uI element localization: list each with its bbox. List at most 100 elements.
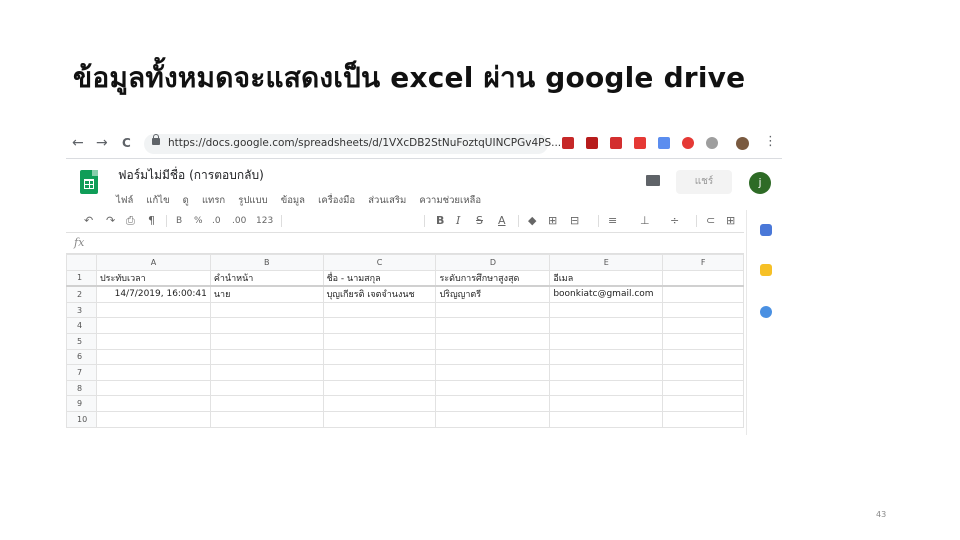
menu-edit[interactable]: แก้ไข	[146, 193, 169, 208]
cell[interactable]	[435, 364, 551, 381]
formula-bar[interactable]: fx	[66, 233, 744, 254]
cell[interactable]	[95, 364, 211, 381]
cell[interactable]	[549, 332, 664, 350]
extension-s-icon[interactable]	[634, 137, 646, 149]
select-all-corner[interactable]	[66, 254, 97, 271]
row-header[interactable]: 7	[66, 364, 97, 381]
cell[interactable]	[209, 364, 324, 381]
user-avatar[interactable]: j	[749, 172, 771, 194]
cell[interactable]	[549, 379, 664, 397]
number-format-dropdown[interactable]: 123	[256, 213, 273, 229]
menu-help[interactable]: ความช่วยเหลือ	[419, 193, 481, 208]
row-header[interactable]: 9	[66, 395, 97, 412]
cell[interactable]	[95, 395, 211, 412]
sheets-logo-icon[interactable]	[80, 170, 98, 194]
extension-record-icon[interactable]	[610, 137, 622, 149]
cell[interactable]	[435, 332, 551, 350]
cell[interactable]: 14/7/2019, 16:00:41	[95, 285, 211, 303]
merge-cells-icon[interactable]: ⊟	[570, 213, 579, 229]
browser-profile-avatar[interactable]	[736, 137, 749, 150]
percent-format-button[interactable]: %	[194, 213, 203, 229]
cell[interactable]	[209, 332, 324, 350]
redo-icon[interactable]: ↷	[106, 213, 115, 229]
comment-icon[interactable]	[646, 175, 660, 186]
cell[interactable]: ชื่อ - นามสกุล	[322, 269, 437, 288]
cell[interactable]	[549, 348, 664, 366]
cell[interactable]	[322, 364, 437, 381]
cell[interactable]	[209, 410, 324, 428]
cell[interactable]	[549, 317, 664, 334]
cell[interactable]	[95, 332, 211, 350]
row-header[interactable]: 5	[66, 332, 97, 350]
column-header[interactable]: C	[322, 254, 437, 271]
cell[interactable]	[209, 317, 324, 334]
share-button[interactable]: แชร์	[676, 170, 732, 194]
paint-format-icon[interactable]: ¶	[148, 213, 155, 229]
cell[interactable]	[662, 317, 744, 334]
cell[interactable]	[662, 285, 744, 303]
bold-button[interactable]: B	[436, 213, 444, 229]
cell[interactable]	[662, 364, 744, 381]
cell[interactable]	[662, 301, 744, 319]
increase-decimal-button[interactable]: .00	[232, 213, 246, 229]
fill-color-icon[interactable]: ◆	[528, 213, 536, 229]
cell[interactable]	[662, 410, 744, 428]
row-header[interactable]: 8	[66, 379, 97, 397]
vertical-align-icon[interactable]: ⊥	[640, 213, 650, 229]
row-header[interactable]: 6	[66, 348, 97, 366]
cell[interactable]	[95, 301, 211, 319]
cell[interactable]: บุญเกียรติ เจตจำนงนช	[322, 285, 437, 303]
cell[interactable]	[549, 395, 664, 412]
menu-format[interactable]: รูปแบบ	[238, 193, 267, 208]
cell[interactable]	[95, 379, 211, 397]
cell[interactable]	[662, 395, 744, 412]
cell[interactable]: นาย	[209, 285, 324, 303]
column-header[interactable]: E	[549, 254, 664, 271]
browser-menu-icon[interactable]: ⋮	[764, 134, 777, 149]
extension-shield-icon[interactable]	[682, 137, 694, 149]
cell[interactable]	[209, 301, 324, 319]
row-header[interactable]: 2	[66, 285, 97, 303]
insert-comment-icon[interactable]: ⊞	[726, 213, 735, 229]
extension-doc-icon[interactable]	[658, 137, 670, 149]
tasks-icon[interactable]	[760, 306, 772, 318]
cell[interactable]	[209, 379, 324, 397]
horizontal-align-icon[interactable]: ≡	[608, 213, 617, 229]
cell[interactable]	[95, 348, 211, 366]
print-icon[interactable]: ⎙	[126, 213, 135, 229]
column-header[interactable]: F	[662, 254, 744, 271]
currency-format-button[interactable]: B	[176, 213, 182, 229]
cell[interactable]	[435, 395, 551, 412]
cell[interactable]	[435, 301, 551, 319]
menu-addons[interactable]: ส่วนเสริม	[368, 193, 406, 208]
cell[interactable]	[435, 348, 551, 366]
italic-button[interactable]: I	[456, 213, 460, 229]
document-title[interactable]: ฟอร์มไม่มีชื่อ (การตอบกลับ)	[118, 166, 264, 185]
row-header[interactable]: 4	[66, 317, 97, 334]
cell[interactable]: อีเมล	[549, 269, 664, 288]
column-header[interactable]: D	[435, 254, 551, 271]
cell[interactable]: ประทับเวลา	[95, 269, 211, 288]
extension-globe-icon[interactable]	[706, 137, 718, 149]
cell[interactable]	[209, 348, 324, 366]
borders-icon[interactable]: ⊞	[548, 213, 557, 229]
cell[interactable]	[662, 269, 744, 288]
menu-tools[interactable]: เครื่องมือ	[318, 193, 355, 208]
cell[interactable]	[435, 410, 551, 428]
calendar-icon[interactable]	[760, 224, 772, 236]
cell[interactable]	[662, 332, 744, 350]
undo-icon[interactable]: ↶	[84, 213, 93, 229]
cell[interactable]	[549, 364, 664, 381]
cell[interactable]	[662, 348, 744, 366]
reload-icon[interactable]: C	[122, 135, 131, 151]
address-bar[interactable]: https://docs.google.com/spreadsheets/d/1…	[144, 134, 620, 154]
decrease-decimal-button[interactable]: .0	[212, 213, 221, 229]
row-header[interactable]: 1	[66, 269, 97, 288]
column-header[interactable]: B	[209, 254, 324, 271]
row-header[interactable]: 3	[66, 301, 97, 319]
menu-insert[interactable]: แทรก	[202, 193, 225, 208]
cell[interactable]: ระดับการศึกษาสูงสุด	[435, 269, 551, 288]
cell[interactable]	[209, 395, 324, 412]
cell[interactable]	[322, 301, 437, 319]
cell[interactable]	[322, 410, 437, 428]
